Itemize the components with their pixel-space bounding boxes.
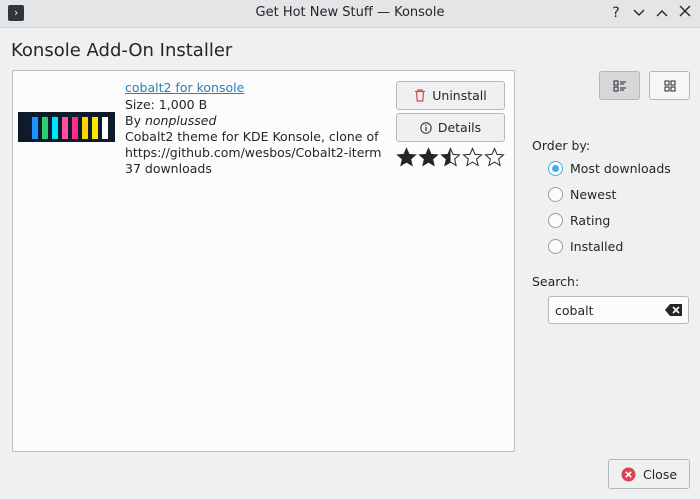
radio-label: Installed — [570, 239, 624, 254]
details-button[interactable]: Details — [396, 113, 505, 142]
thumb-color-bar — [72, 117, 78, 139]
order-option-most-downloads[interactable]: Most downloads — [548, 161, 671, 176]
thumb-color-bar — [92, 117, 98, 139]
thumb-color-bar — [52, 117, 58, 139]
addon-preview-image[interactable] — [18, 112, 115, 142]
thumb-color-bar — [32, 117, 38, 139]
order-by-label: Order by: — [532, 138, 591, 153]
addon-author: nonplussed — [144, 113, 217, 128]
addon-description-line1: Cobalt2 theme for KDE Konsole, clone of — [125, 129, 379, 144]
radio-button[interactable] — [548, 187, 563, 202]
uninstall-label: Uninstall — [432, 88, 487, 103]
chevron-down-icon — [633, 9, 645, 16]
addon-author-prefix: By — [125, 113, 145, 128]
addon-list[interactable]: cobalt2 for konsole Size: 1,000 B By non… — [12, 70, 515, 452]
search-input[interactable] — [555, 302, 663, 318]
order-option-newest[interactable]: Newest — [548, 187, 616, 202]
star-icon[interactable] — [440, 147, 461, 168]
thumb-color-bar — [102, 117, 108, 139]
radio-label: Most downloads — [570, 161, 671, 176]
help-button[interactable]: ? — [606, 4, 626, 22]
thumb-color-bar — [62, 117, 68, 139]
grid-icon — [664, 80, 675, 91]
search-label: Search: — [532, 274, 580, 289]
thumb-color-bar — [42, 117, 48, 139]
close-icon — [679, 5, 691, 17]
radio-label: Rating — [570, 213, 611, 228]
maximize-button[interactable] — [652, 4, 672, 22]
close-label: Close — [642, 466, 678, 482]
rating-stars[interactable] — [396, 147, 505, 169]
star-icon[interactable] — [462, 147, 483, 168]
addon-title-link[interactable]: cobalt2 for konsole — [125, 80, 244, 95]
star-icon[interactable] — [418, 147, 439, 168]
radio-button[interactable] — [548, 239, 563, 254]
addon-author-line: By nonplussed — [125, 113, 216, 128]
thumb-color-bar — [82, 117, 88, 139]
star-icon[interactable] — [396, 147, 417, 168]
order-option-installed[interactable]: Installed — [548, 239, 623, 254]
close-button[interactable]: Close — [608, 459, 690, 489]
icon-view-button[interactable] — [649, 71, 690, 100]
window-title: Get Hot New Stuff — Konsole — [255, 5, 445, 20]
clear-text-icon[interactable] — [665, 303, 683, 317]
info-icon — [420, 121, 432, 134]
cancel-icon — [621, 467, 636, 481]
trash-icon — [415, 89, 426, 102]
details-list-icon — [613, 80, 626, 91]
radio-button[interactable] — [548, 213, 563, 228]
radio-label: Newest — [570, 187, 617, 202]
addon-downloads: 37 downloads — [125, 161, 212, 176]
list-view-button[interactable] — [599, 71, 640, 100]
details-label: Details — [437, 120, 482, 135]
search-box[interactable] — [548, 296, 689, 324]
close-window-button[interactable] — [675, 4, 695, 22]
addon-description-line2: https://github.com/wesbos/Cobalt2-iterm — [125, 145, 382, 160]
order-option-rating[interactable]: Rating — [548, 213, 610, 228]
radio-button[interactable] — [548, 161, 563, 176]
title-bar: › Get Hot New Stuff — Konsole ? — [0, 0, 700, 28]
addon-size: Size: 1,000 B — [125, 97, 208, 112]
minimize-button[interactable] — [629, 4, 649, 22]
star-icon[interactable] — [484, 147, 505, 168]
chevron-up-icon — [656, 10, 668, 17]
page-title: Konsole Add-On Installer — [11, 40, 233, 61]
uninstall-button[interactable]: Uninstall — [396, 81, 505, 110]
